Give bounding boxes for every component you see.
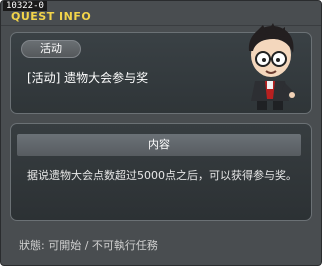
quest-status-text: 狀態: 可開始 / 不可執行任務 [19, 239, 158, 252]
quest-info-window: 10322-0 QUEST INFO 活动 [活动] 遗物大会参与奖 内容 据说… [0, 0, 322, 266]
quest-category-badge: 活动 [21, 40, 81, 58]
quest-name: [活动] 遗物大会参与奖 [27, 71, 149, 85]
npc-avatar-icon [248, 23, 295, 110]
content-section-header: 内容 [17, 134, 301, 156]
window-title: QUEST INFO [11, 10, 92, 23]
content-description: 据说遗物大会点数超过5000点之后，可以获得参与奖。 [27, 169, 297, 182]
